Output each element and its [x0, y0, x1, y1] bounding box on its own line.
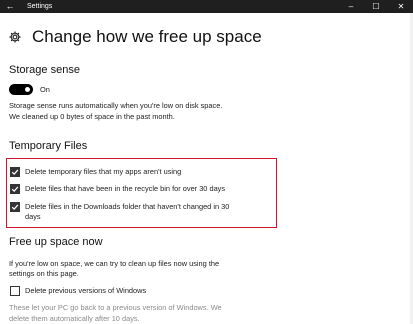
maximize-icon[interactable]: ☐: [366, 0, 386, 13]
temp-files-option-3-line-2: days: [25, 212, 41, 221]
checkbox-unchecked-icon[interactable]: [10, 286, 20, 296]
checkbox-checked-icon[interactable]: [10, 167, 20, 177]
free-up-note-1: These let your PC go back to a previous …: [9, 303, 222, 312]
toggle-state-label: On: [40, 85, 50, 94]
temp-files-option-2-label: Delete files that have been in the recyc…: [25, 184, 226, 193]
close-icon[interactable]: ✕: [391, 0, 411, 13]
temp-files-option-1-label: Delete temporary files that my apps aren…: [25, 167, 182, 176]
storage-sense-toggle[interactable]: [9, 84, 33, 95]
page-title: Change how we free up space: [32, 27, 262, 46]
previous-versions-option[interactable]: Delete previous versions of Windows: [10, 286, 146, 296]
checkbox-checked-icon[interactable]: [10, 202, 20, 212]
temp-files-option-2[interactable]: Delete files that have been in the recyc…: [10, 184, 225, 194]
temp-files-option-3[interactable]: Delete files in the Downloads folder tha…: [10, 202, 229, 222]
free-up-note-2: delete them automatically after 10 days.: [9, 314, 140, 323]
storage-sense-heading: Storage sense: [9, 64, 80, 76]
back-arrow-icon[interactable]: ←: [4, 0, 16, 13]
storage-sense-desc-2: We cleaned up 0 bytes of space in the pa…: [9, 112, 175, 121]
previous-versions-label: Delete previous versions of Windows: [25, 286, 147, 295]
window-title: Settings: [27, 3, 53, 10]
toggle-knob: [25, 87, 30, 92]
minimize-icon[interactable]: –: [341, 0, 361, 13]
temporary-files-heading: Temporary Files: [9, 140, 88, 152]
title-bar: ← Settings – ☐ ✕: [0, 0, 413, 13]
free-up-desc-2: settings on this page.: [9, 269, 79, 278]
temp-files-option-1[interactable]: Delete temporary files that my apps aren…: [10, 167, 181, 177]
temp-files-option-3-line-1: Delete files in the Downloads folder tha…: [25, 202, 230, 211]
page-header: Change how we free up space: [8, 25, 262, 49]
free-up-heading: Free up space now: [9, 236, 103, 248]
checkbox-checked-icon[interactable]: [10, 184, 20, 194]
storage-sense-desc-1: Storage sense runs automatically when yo…: [9, 101, 223, 110]
gear-icon: [9, 31, 21, 43]
temp-files-option-3-label: Delete files in the Downloads folder tha…: [25, 202, 229, 222]
